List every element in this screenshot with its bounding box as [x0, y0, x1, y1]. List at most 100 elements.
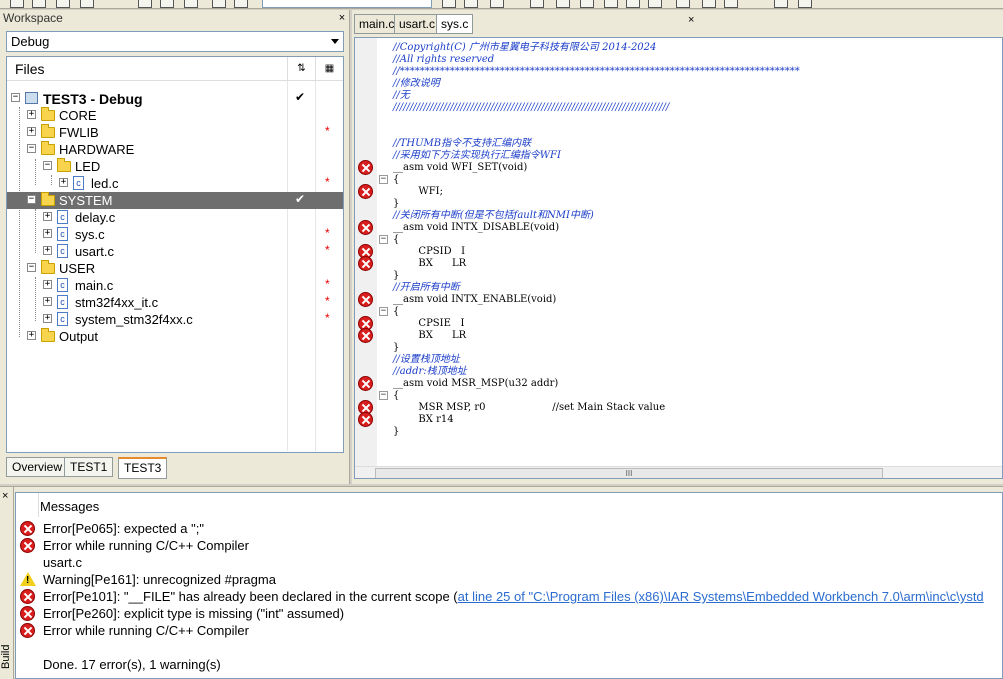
error-icon[interactable] [358, 256, 373, 271]
find-icon[interactable] [442, 0, 456, 8]
tree-file-item[interactable]: + c led.c * [7, 175, 343, 192]
tree-folder-item[interactable]: + CORE [7, 107, 343, 124]
code-line: //修改说明 [393, 78, 440, 89]
save-all-icon[interactable] [80, 0, 94, 8]
tab-test1[interactable]: TEST1 [64, 457, 114, 477]
next-bookmark-icon[interactable] [604, 0, 618, 8]
collapse-icon[interactable]: − [43, 161, 52, 170]
code-line: } [393, 270, 400, 281]
expand-icon[interactable]: + [43, 212, 52, 221]
code-editor[interactable]: //Copyright(C) 广州市星翼电子科技有限公司 2014-2024//… [354, 37, 1003, 479]
expand-icon[interactable]: + [27, 110, 36, 119]
fold-icon[interactable]: − [379, 391, 388, 400]
compile-icon[interactable] [626, 0, 640, 8]
stop-build-icon[interactable] [676, 0, 690, 8]
tree-folder-item[interactable]: − USER [7, 260, 343, 277]
tab-usart-c[interactable]: usart.c [394, 14, 441, 34]
message-row[interactable]: ! Warning[Pe161]: unrecognized #pragma [16, 571, 1002, 588]
breakpoint-icon[interactable] [702, 0, 716, 8]
open-file-icon[interactable] [32, 0, 46, 8]
horizontal-scrollbar[interactable]: III [355, 466, 1002, 478]
collapse-icon[interactable]: − [27, 144, 36, 153]
error-icon[interactable] [358, 220, 373, 235]
error-icon[interactable] [358, 376, 373, 391]
tree-file-item[interactable]: + c usart.c * [7, 243, 343, 260]
collapse-icon[interactable]: − [11, 93, 20, 102]
error-icon[interactable] [358, 412, 373, 427]
message-content: Error while running C/C++ Compiler [43, 538, 249, 553]
message-source-link[interactable]: at line 25 of "C:\Program Files (x86)\IA… [458, 589, 984, 604]
expand-icon[interactable]: + [43, 297, 52, 306]
error-icon[interactable] [358, 292, 373, 307]
expand-icon[interactable]: + [27, 127, 36, 136]
workspace-close-icon[interactable]: × [337, 12, 347, 24]
tree-file-item[interactable]: + c stm32f4xx_it.c * [7, 294, 343, 311]
fold-icon[interactable]: − [379, 307, 388, 316]
tree-folder-item[interactable]: − LED [7, 158, 343, 175]
error-icon[interactable] [358, 160, 373, 175]
build-tab-label[interactable]: Build [0, 637, 14, 677]
message-row[interactable]: Error[Pe065]: expected a ";" [16, 520, 1002, 537]
collapse-icon[interactable]: − [27, 263, 36, 272]
error-icon[interactable] [358, 328, 373, 343]
code-line: //无 [393, 90, 410, 101]
fold-icon[interactable]: − [379, 235, 388, 244]
tab-main-c[interactable]: main.c [354, 14, 400, 34]
message-row[interactable]: Error while running C/C++ Compiler [16, 622, 1002, 639]
expand-icon[interactable]: + [43, 246, 52, 255]
navigate-forward-icon[interactable] [556, 0, 570, 8]
message-row[interactable]: Done. 17 error(s), 1 warning(s) [16, 656, 1002, 673]
message-row[interactable] [16, 639, 1002, 656]
scrollbar-thumb[interactable]: III [375, 468, 883, 478]
c-file-icon: c [57, 210, 68, 224]
code-line: //采用如下方法实现执行汇编指令WFI [393, 150, 561, 161]
save-icon[interactable] [56, 0, 70, 8]
collapse-icon[interactable]: − [27, 195, 36, 204]
undo-icon[interactable] [212, 0, 226, 8]
tree-folder-item[interactable]: + Output [7, 328, 343, 345]
message-row[interactable]: usart.c [16, 554, 1002, 571]
copy-icon[interactable] [160, 0, 174, 8]
tree-folder-item[interactable]: − HARDWARE [7, 141, 343, 158]
make-icon[interactable] [648, 0, 662, 8]
cut-icon[interactable] [138, 0, 152, 8]
expand-icon[interactable]: + [43, 314, 52, 323]
expand-icon[interactable]: + [27, 331, 36, 340]
tree-folder-item[interactable]: + FWLIB * [7, 124, 343, 141]
debug-without-download-icon[interactable] [798, 0, 812, 8]
tab-sys-c[interactable]: sys.c [436, 14, 474, 34]
debug-icon[interactable] [724, 0, 738, 8]
tree-project-item[interactable]: − TEST3 - Debug ✔ [7, 90, 343, 107]
tree-item-label: stm32f4xx_it.c [75, 295, 159, 310]
expand-icon[interactable]: + [59, 178, 68, 187]
fold-icon[interactable]: − [379, 175, 388, 184]
project-icon [25, 92, 38, 104]
configuration-select[interactable]: Debug [6, 31, 344, 52]
build-status-column-icon[interactable]: ⇅ [287, 57, 315, 81]
tab-overview[interactable]: Overview [6, 457, 69, 477]
tab-test3[interactable]: TEST3 [118, 457, 168, 479]
tree-file-item[interactable]: + c delay.c [7, 209, 343, 226]
message-row[interactable]: Error[Pe260]: explicit type is missing (… [16, 605, 1002, 622]
tree-file-item[interactable]: + c system_stm32f4xx.c * [7, 311, 343, 328]
redo-icon[interactable] [234, 0, 248, 8]
out-of-date-column-icon[interactable]: ▦ [315, 57, 343, 81]
tree-file-item[interactable]: + c main.c * [7, 277, 343, 294]
expand-icon[interactable]: + [43, 280, 52, 289]
error-icon[interactable] [358, 184, 373, 199]
bookmark-icon[interactable] [580, 0, 594, 8]
expand-icon[interactable]: + [43, 229, 52, 238]
download-icon[interactable] [774, 0, 788, 8]
navigate-back-icon[interactable] [530, 0, 544, 8]
paste-icon[interactable] [184, 0, 198, 8]
new-file-icon[interactable] [10, 0, 24, 8]
message-row[interactable]: Error[Pe101]: "__FILE" has already been … [16, 588, 1002, 605]
editor-close-icon[interactable]: × [688, 14, 694, 26]
find-prev-icon[interactable] [490, 0, 504, 8]
message-row[interactable]: Error while running C/C++ Compiler [16, 537, 1002, 554]
tree-file-item[interactable]: + c sys.c * [7, 226, 343, 243]
find-next-icon[interactable] [464, 0, 478, 8]
messages-close-icon[interactable]: × [2, 490, 8, 502]
find-combo[interactable] [262, 0, 432, 8]
tree-folder-item[interactable]: − SYSTEM ✔ [7, 192, 343, 209]
